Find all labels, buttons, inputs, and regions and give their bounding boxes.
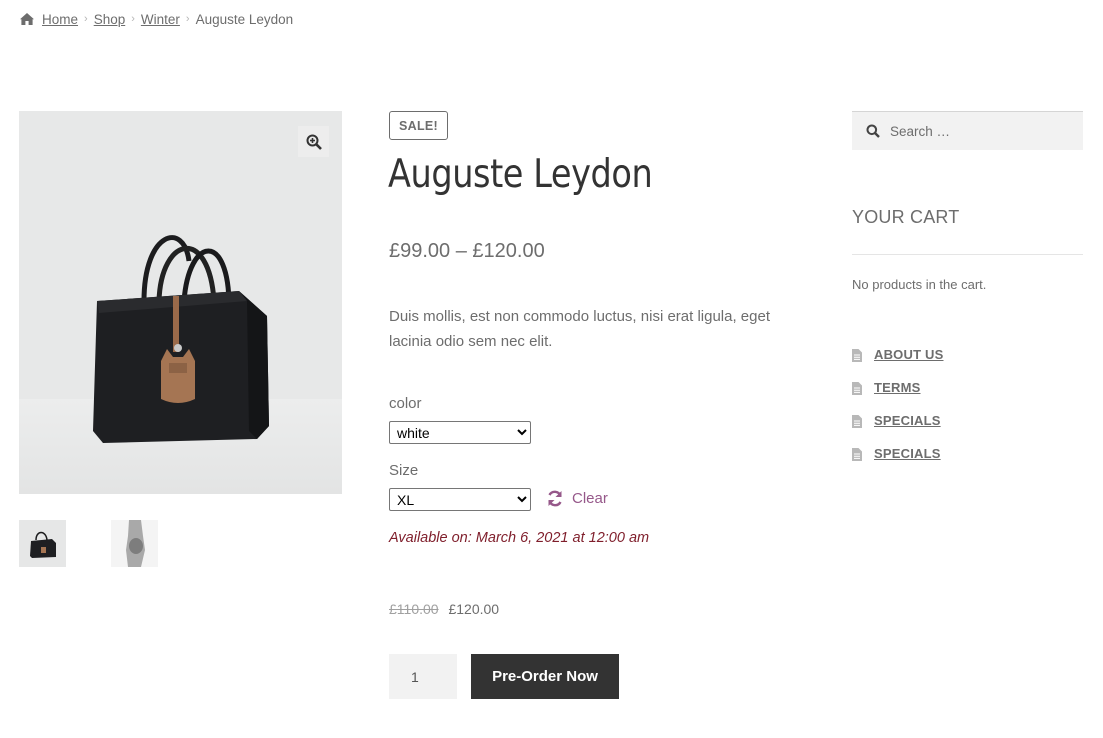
pre-order-button[interactable]: Pre-Order Now (471, 654, 619, 699)
product-main-image[interactable] (19, 111, 342, 494)
search-icon (866, 124, 880, 138)
quantity-input[interactable] (389, 654, 457, 699)
about-us-link[interactable]: ABOUT US (874, 347, 944, 362)
page-link-item: SPECIALS (852, 446, 944, 479)
product-description: Duis mollis, est non commodo luctus, nis… (389, 308, 771, 350)
search-box[interactable] (852, 111, 1083, 150)
terms-link[interactable]: TERMS (874, 380, 921, 395)
cart-empty-message: No products in the cart. (852, 277, 987, 292)
breadcrumb-separator-icon: › (84, 13, 88, 25)
search-input[interactable] (888, 122, 1068, 140)
availability-date: Available on: March 6, 2021 at 12:00 am (389, 530, 650, 546)
zoom-button[interactable] (298, 126, 329, 157)
breadcrumb-separator-icon: › (131, 13, 135, 25)
product-thumbnail[interactable] (111, 520, 158, 567)
home-icon (20, 13, 34, 25)
page-link-item: ABOUT US (852, 347, 944, 380)
breadcrumb-shop-link[interactable]: Shop (94, 12, 126, 27)
page-link-item: SPECIALS (852, 413, 944, 446)
sale-badge: SALE! (389, 111, 448, 140)
breadcrumb-current: Auguste Leydon (195, 11, 294, 27)
clear-variations-link[interactable]: Clear (546, 487, 608, 509)
handbag-thumbnail-image (19, 520, 66, 567)
model-thumbnail-image (111, 520, 158, 567)
breadcrumb-home-link[interactable]: Home (42, 12, 78, 27)
size-label: Size (389, 462, 419, 479)
specials-link[interactable]: SPECIALS (874, 446, 941, 461)
cart-title: YOUR CART (852, 207, 960, 227)
product-thumbnail[interactable] (19, 520, 66, 567)
old-price: £110.00 (389, 601, 439, 617)
product-title: Auguste Leydon (388, 152, 653, 197)
document-icon (852, 349, 862, 362)
zoom-icon (306, 134, 322, 150)
page-links-list: ABOUT US TERMS SPECIALS SPECIALS (852, 347, 944, 479)
handbag-image (93, 235, 269, 443)
new-price: £120.00 (448, 601, 500, 617)
clear-label: Clear (572, 489, 608, 507)
color-label: color (389, 395, 422, 412)
document-icon (852, 448, 862, 461)
price-range: £99.00 – £120.00 (389, 240, 545, 262)
breadcrumb: Home › Shop › Winter › Auguste Leydon (19, 10, 293, 28)
cart-divider (852, 254, 1083, 255)
breadcrumb-winter-link[interactable]: Winter (141, 12, 180, 27)
breadcrumb-separator-icon: › (185, 13, 190, 25)
document-icon (852, 382, 862, 395)
page-link-item: TERMS (852, 380, 944, 413)
size-select[interactable]: XL (389, 488, 531, 511)
color-select[interactable]: white (389, 421, 531, 444)
variation-price: £110.00 £120.00 (389, 601, 499, 617)
specials-link[interactable]: SPECIALS (874, 413, 941, 428)
refresh-icon (548, 490, 562, 506)
document-icon (852, 415, 862, 428)
